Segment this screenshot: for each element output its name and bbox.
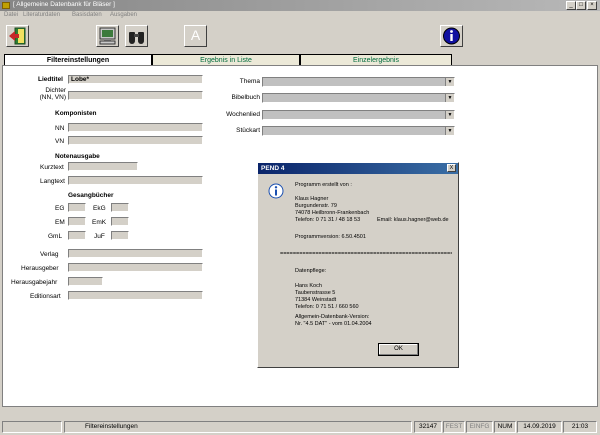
menu-literaturdaten[interactable]: Literaturdaten (23, 12, 60, 18)
stueckart-label: Stückart (236, 127, 260, 134)
status-text: Filtereinstellungen (64, 421, 412, 433)
record-count: 32147 (414, 421, 442, 433)
komponist-vn-field[interactable] (68, 136, 203, 145)
maintainer-name: Hans Koch (295, 283, 322, 289)
maintenance-heading: Datenpflege: (295, 268, 327, 274)
notenausgabe-heading: Notenausgabe (55, 153, 100, 160)
info-icon (443, 27, 460, 45)
author-street: Burgundenstr. 79 (295, 203, 337, 209)
menu-datei[interactable]: Datei (4, 12, 18, 18)
em-label: EM (55, 219, 65, 226)
eg-label: EG (55, 205, 65, 212)
herausgabejahr-field[interactable] (68, 277, 103, 286)
juf-label: JuF (94, 233, 105, 240)
exit-door-icon (9, 27, 26, 45)
author-phone: Telefon: 0 71 31 / 48 18 53 (295, 217, 361, 223)
separator-line: ========================================… (280, 251, 452, 257)
dialog-close-button[interactable]: X (447, 164, 456, 172)
fest-indicator: FEST (443, 421, 465, 433)
emk-field[interactable] (111, 217, 129, 226)
maintainer-phone: Telefon: 0 71 51 / 660 560 (295, 304, 359, 310)
info-button[interactable] (440, 25, 463, 47)
einfg-indicator: EINFG (466, 421, 493, 433)
kurztext-label: Kurztext (40, 164, 64, 171)
em-field[interactable] (68, 217, 86, 226)
editionsart-field[interactable] (68, 291, 203, 300)
menu-bar: Datei Literaturdaten Basisdaten Ausgaben (0, 11, 600, 21)
maintainer-street: Taubenstrasse 5 (295, 290, 336, 296)
num-indicator: NUM (494, 421, 516, 433)
verlag-label: Verlag (40, 251, 59, 258)
binoculars-icon (129, 32, 144, 44)
eg-field[interactable] (68, 203, 86, 212)
liedtitel-field[interactable]: Lobe* (68, 75, 203, 84)
bibelbuch-label: Bibelbuch (231, 94, 260, 101)
dichter-label: Dichter (45, 87, 66, 94)
db-version-value: Nr. "4.5 DAT" - vom 01.04.2004 (295, 321, 372, 327)
bibelbuch-combo[interactable]: ▼ (262, 93, 455, 103)
kurztext-field[interactable] (68, 162, 138, 171)
herausgeber-field[interactable] (68, 263, 203, 272)
program-version: Programmversion: 6.50.4501 (295, 234, 366, 240)
chevron-down-icon[interactable]: ▼ (445, 127, 454, 135)
vn-label: VN (55, 138, 65, 145)
title-bar: [ Allgemeine Datenbank für Bläser ] _ □ … (0, 0, 600, 11)
minimize-button[interactable]: _ (566, 1, 576, 10)
liedtitel-label: Liedtitel (38, 76, 63, 83)
ekg-label: EkG (93, 205, 106, 212)
status-empty (2, 421, 62, 433)
juf-field[interactable] (111, 231, 129, 240)
author-city: 74078 Heilbronn-Frankenbach (295, 210, 370, 216)
thema-combo[interactable]: ▼ (262, 77, 455, 87)
text-a-button[interactable]: A (184, 25, 207, 47)
wochenlied-combo[interactable]: ▼ (262, 110, 455, 120)
author-email: Email: klaus.hagner@web.de (377, 217, 449, 223)
maximize-button[interactable]: □ (576, 1, 586, 10)
about-dialog: PEND 4 X Programm erstellt von : Klaus H… (257, 162, 459, 368)
herausgabejahr-label: Herausgabejahr (11, 279, 58, 286)
chevron-down-icon[interactable]: ▼ (445, 78, 454, 86)
gml-field[interactable] (68, 231, 86, 240)
computer-icon (99, 27, 116, 45)
wochenlied-label: Wochenlied (226, 111, 260, 118)
komponist-nn-field[interactable] (68, 123, 203, 132)
app-icon (2, 2, 10, 9)
gesangbuecher-heading: Gesangbücher (68, 192, 114, 199)
chevron-down-icon[interactable]: ▼ (445, 94, 454, 102)
window-title: [ Allgemeine Datenbank für Bläser ] (13, 1, 115, 8)
status-date: 14.09.2019 (517, 421, 562, 433)
menu-basisdaten[interactable]: Basisdaten (72, 12, 102, 18)
status-time: 21:03 (563, 421, 597, 433)
close-button[interactable]: × (587, 1, 597, 10)
langtext-label: Langtext (40, 178, 65, 185)
info-icon (268, 183, 284, 199)
editionsart-label: Editionsart (30, 293, 61, 300)
db-version-label: Allgemein-Datenbank-Version: (295, 314, 370, 320)
menu-ausgaben[interactable]: Ausgaben (110, 12, 137, 18)
ekg-field[interactable] (111, 203, 129, 212)
dichter-sublabel: (NN, VN) (39, 94, 66, 101)
computer-button[interactable] (96, 25, 119, 47)
ok-button[interactable]: OK (378, 343, 419, 356)
gml-label: GmL (48, 233, 63, 240)
dialog-title: PEND 4 (258, 163, 458, 174)
created-by-text: Programm erstellt von : (295, 182, 352, 188)
komponisten-heading: Komponisten (55, 110, 97, 117)
herausgeber-label: Herausgeber (21, 265, 59, 272)
thema-label: Thema (239, 78, 260, 85)
chevron-down-icon[interactable]: ▼ (445, 111, 454, 119)
stueckart-combo[interactable]: ▼ (262, 126, 455, 136)
search-button[interactable] (125, 25, 148, 47)
verlag-field[interactable] (68, 249, 203, 258)
author-name: Klaus Hagner (295, 196, 329, 202)
nn-label: NN (55, 125, 65, 132)
maintainer-city: 71384 Weinstadt (295, 297, 337, 303)
exit-button[interactable] (6, 25, 29, 47)
dichter-field[interactable] (68, 91, 203, 100)
emk-label: EmK (92, 219, 107, 226)
langtext-field[interactable] (68, 176, 203, 185)
